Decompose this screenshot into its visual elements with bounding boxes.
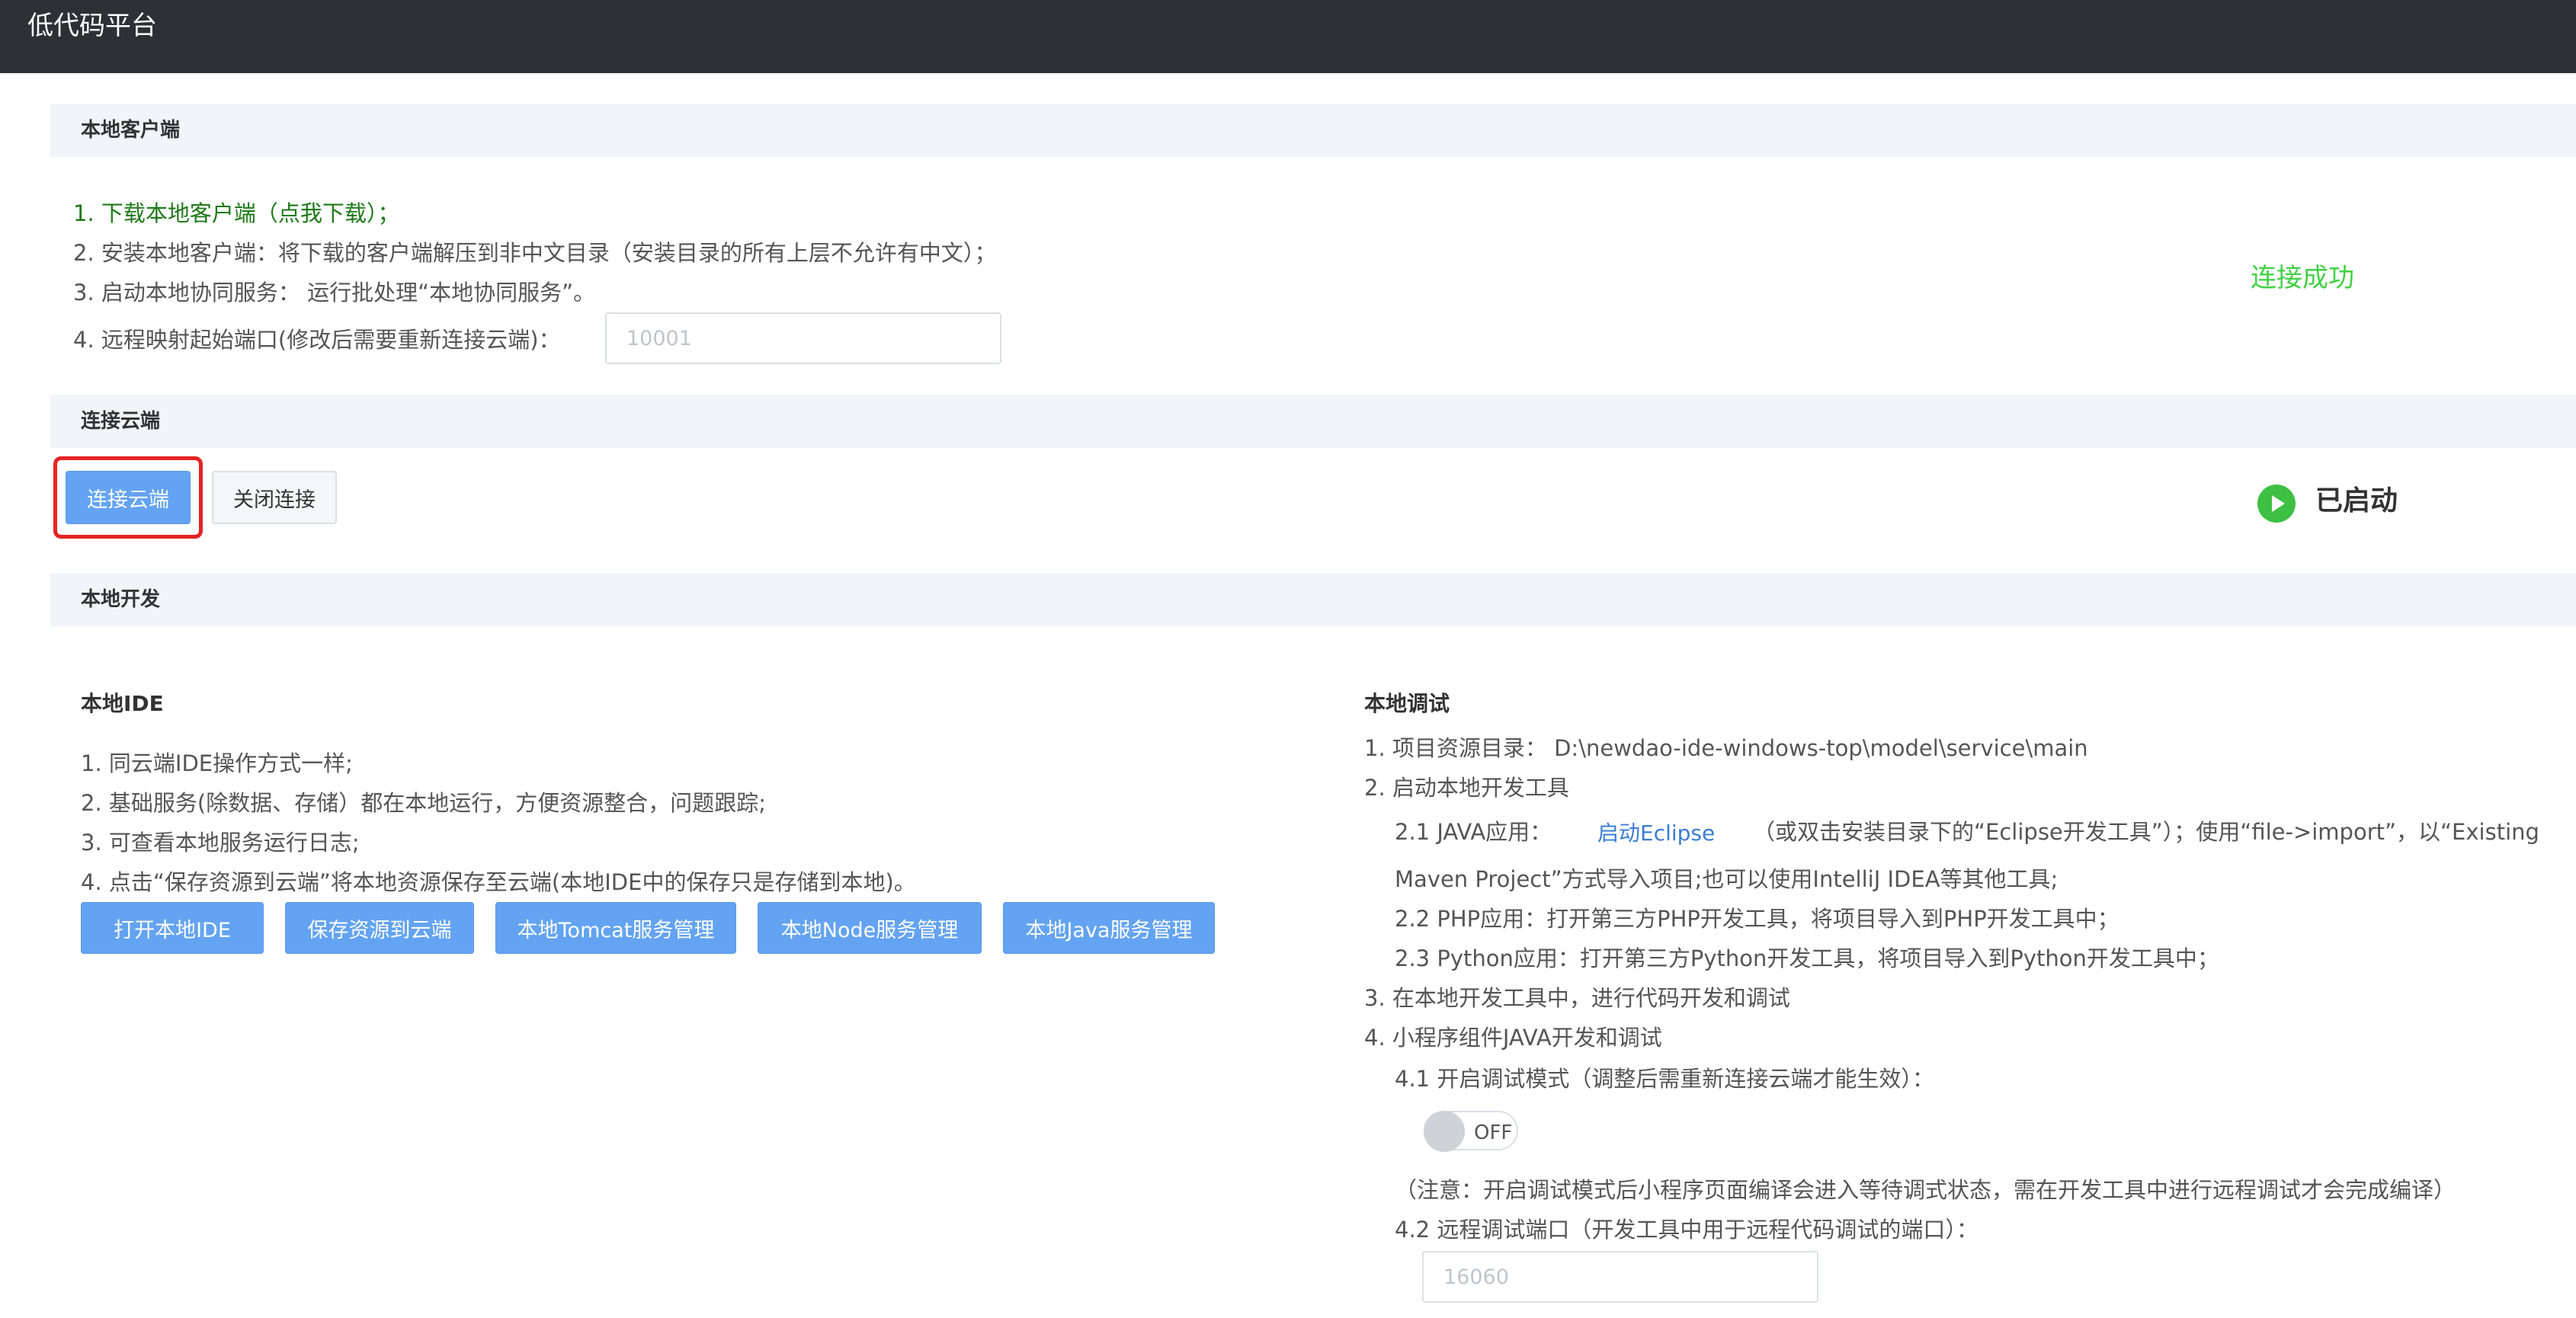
open-local-ide-button[interactable]: 打开本地IDE	[81, 902, 264, 954]
java-app-label: 2.1 JAVA应用：	[1395, 819, 1552, 845]
debug-step: 3. 在本地开发工具中，进行代码开发和调试	[1364, 985, 1790, 1011]
ide-item: 2. 基础服务(除数据、存储）都在本地运行，方便资源整合，问题跟踪;	[81, 790, 766, 816]
top-bar	[0, 0, 2576, 73]
debug-step: 2. 启动本地开发工具	[1364, 775, 1569, 801]
save-to-cloud-button[interactable]: 保存资源到云端	[285, 902, 474, 954]
section-title: 本地开发	[81, 588, 161, 611]
toggle-knob	[1424, 1111, 1465, 1152]
play-status-icon	[2257, 485, 2296, 523]
remote-port-input[interactable]: 10001	[605, 312, 1001, 364]
java-app-hint: （或双击安装目录下的“Eclipse开发工具”）；使用“file->import…	[1753, 819, 2539, 845]
start-service-step: 3. 启动本地协同服务： 运行批处理“本地协同服务”。	[73, 280, 596, 306]
ide-item: 3. 可查看本地服务运行日志;	[81, 830, 360, 856]
remote-debug-port-label: 4.2 远程调试端口（开发工具中用于远程代码调试的端口）：	[1395, 1217, 1978, 1243]
java-service-button[interactable]: 本地Java服务管理	[1003, 902, 1215, 954]
connect-cloud-button[interactable]: 连接云端	[66, 471, 191, 524]
debug-mode-toggle[interactable]: OFF	[1424, 1111, 1518, 1152]
install-step: 2. 安装本地客户端：将下载的客户端解压到非中文目录（安装目录的所有上层不允许有…	[73, 240, 997, 266]
java-app-hint-cont: Maven Project”方式导入项目;也可以使用IntelliJ IDEA等…	[1395, 866, 2059, 892]
python-app-step: 2.3 Python应用：打开第三方Python开发工具，将项目导入到Pytho…	[1395, 945, 2219, 971]
debug-mode-note: （注意：开启调试模式后小程序页面编译会进入等待调式状态，需在开发工具中进行远程调…	[1395, 1177, 2456, 1203]
app-title: 低代码平台	[27, 11, 157, 41]
debug-step: 4. 小程序组件JAVA开发和调试	[1364, 1025, 1662, 1051]
close-connection-button[interactable]: 关闭连接	[212, 471, 337, 524]
local-debug-title: 本地调试	[1364, 691, 1450, 716]
launch-eclipse-link[interactable]: 启动Eclipse	[1597, 820, 1715, 847]
section-header-cloud: 连接云端	[50, 395, 2576, 448]
toggle-state-label: OFF	[1474, 1121, 1513, 1144]
section-title: 连接云端	[81, 410, 161, 433]
port-label: 4. 远程映射起始端口(修改后需要重新连接云端)：	[73, 327, 561, 353]
node-service-button[interactable]: 本地Node服务管理	[758, 902, 982, 954]
connection-status: 连接成功	[2251, 263, 2354, 293]
section-header-local-dev: 本地开发	[50, 573, 2576, 626]
running-status-label: 已启动	[2315, 485, 2398, 517]
ide-item: 1. 同云端IDE操作方式一样;	[81, 750, 353, 776]
php-app-step: 2.2 PHP应用：打开第三方PHP开发工具，将项目导入到PHP开发工具中；	[1395, 906, 2119, 932]
remote-debug-port-input[interactable]: 16060	[1422, 1251, 1818, 1303]
tomcat-service-button[interactable]: 本地Tomcat服务管理	[495, 902, 736, 954]
local-ide-title: 本地IDE	[81, 691, 164, 716]
download-client-link[interactable]: 1. 下载本地客户端（点我下载）；	[73, 200, 399, 227]
section-title: 本地客户端	[81, 119, 181, 142]
debug-mode-label: 4.1 开启调试模式（调整后需重新连接云端才能生效）：	[1395, 1066, 1934, 1092]
ide-item: 4. 点击“保存资源到云端”将本地资源保存至云端(本地IDE中的保存只是存储到本…	[81, 869, 916, 895]
section-header-local-client: 本地客户端	[50, 104, 2576, 157]
debug-resource-dir: 1. 项目资源目录： D:\newdao-ide-windows-top\mod…	[1364, 735, 2088, 761]
